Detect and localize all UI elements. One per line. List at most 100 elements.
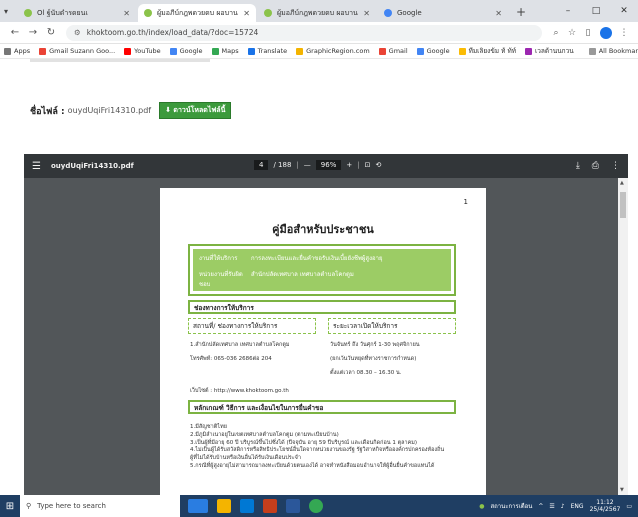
rotate-icon[interactable]: ⟲ bbox=[375, 161, 381, 169]
scroll-up-icon[interactable]: ▲ bbox=[620, 180, 624, 186]
tab-2-active[interactable]: ผู้มอภีบ์กฎพดวยดบ ผอบาน ✕ bbox=[138, 4, 256, 22]
youtube-icon bbox=[124, 47, 132, 55]
tab-label: Ol ฐ์นับดำรดยนเ bbox=[37, 8, 88, 17]
bookmark-label: Maps bbox=[221, 47, 239, 55]
zoom-icon[interactable]: ⌕ bbox=[548, 28, 564, 38]
new-tab-button[interactable]: + bbox=[510, 5, 532, 22]
clock[interactable]: 11:12 25/4/2567 bbox=[590, 499, 621, 513]
chrome-icon[interactable] bbox=[309, 499, 323, 513]
bookmark-label: Google bbox=[426, 47, 450, 55]
tab-3[interactable]: ผู้มอภีบ์กฎพดวยดบ ผอบาน ✕ bbox=[258, 4, 376, 22]
taskbar-apps bbox=[188, 499, 323, 513]
gmail-icon bbox=[378, 47, 386, 55]
tray-expand-icon[interactable]: ^ bbox=[538, 503, 543, 510]
reload-icon[interactable]: ↻ bbox=[42, 27, 60, 38]
folder-icon bbox=[588, 47, 596, 55]
windows-start-icon[interactable]: ⊞ bbox=[0, 501, 20, 512]
section-header-criteria: หลักเกณฑ์ วิธีการ และเงื่อนไขในการยื่นคำ… bbox=[188, 400, 456, 414]
hours-line: วันจันทร์ ถึง วันศุกร์ 1-30 พฤศจิกายน bbox=[330, 342, 420, 348]
tab-4[interactable]: Google ✕ bbox=[378, 4, 508, 22]
bookmark-maps[interactable]: Maps bbox=[211, 47, 239, 55]
bookmark-gmail-2[interactable]: Gmail bbox=[378, 47, 408, 55]
bookmark-gmail[interactable]: Gmail Suzann Goo... bbox=[39, 47, 115, 55]
google-icon bbox=[416, 47, 424, 55]
notification-app-icon[interactable]: ● bbox=[479, 503, 484, 510]
pdf-right-actions: ⤓ ⎙ ⋮ bbox=[576, 161, 620, 171]
bookmark-translate[interactable]: Translate bbox=[247, 47, 288, 55]
download-file-button[interactable]: ⬇ ดาวน์โหลดไฟล์นี้ bbox=[159, 102, 232, 119]
zoom-in-icon[interactable]: + bbox=[346, 161, 352, 169]
profile-avatar[interactable] bbox=[600, 26, 612, 39]
bookmark-google[interactable]: Google bbox=[169, 47, 203, 55]
tab-1[interactable]: Ol ฐ์นับดำรดยนเ ✕ bbox=[18, 4, 136, 22]
fit-page-icon[interactable]: ⊡ bbox=[365, 161, 371, 169]
tab-close-icon[interactable]: ✕ bbox=[239, 9, 250, 18]
notifications-icon[interactable]: ▭ bbox=[626, 503, 632, 510]
forward-icon[interactable]: → bbox=[24, 27, 42, 38]
maximize-button[interactable]: □ bbox=[582, 6, 610, 16]
hamburger-menu-icon[interactable]: ☰ bbox=[32, 161, 41, 172]
service-row: หน่วยงานที่รับผิดชอบ สำนักปลัดเทศบาล เทศบ… bbox=[199, 269, 445, 289]
word-icon[interactable] bbox=[286, 499, 300, 513]
section-title: ช่องทางการให้บริการ bbox=[194, 304, 254, 312]
criteria-list: 1.มีสัญชาติไทย 2.มีภูมิลำเนาอยู่ในเขตเทศ… bbox=[190, 424, 470, 471]
service-row: งานที่ให้บริการ การลงทะเบียนและยื่นคำขอรั… bbox=[199, 253, 445, 263]
volume-icon[interactable]: ♪ bbox=[561, 503, 565, 510]
close-button[interactable]: ✕ bbox=[610, 6, 638, 16]
more-options-icon[interactable]: ⋮ bbox=[611, 161, 620, 171]
sidepanel-icon[interactable]: ▯ bbox=[580, 28, 596, 38]
scrollbar-thumb[interactable] bbox=[620, 192, 626, 218]
bookmark-star-icon[interactable]: ☆ bbox=[564, 28, 580, 38]
store-icon[interactable] bbox=[240, 499, 254, 513]
download-icon[interactable]: ⤓ bbox=[576, 161, 580, 171]
scroll-down-icon[interactable]: ▼ bbox=[620, 487, 624, 493]
taskview-icon[interactable] bbox=[188, 499, 208, 513]
tab-close-icon[interactable]: ✕ bbox=[491, 9, 502, 18]
criteria-item: ผู้ที่ไม่ได้รับบ้านหรือเงินอื่นได้รับเงิ… bbox=[190, 455, 301, 462]
info-value: การลงทะเบียนและยื่นคำขอรับเงินเบี้ยยังชี… bbox=[251, 255, 383, 262]
bookmark-graphicregion[interactable]: GraphicRegion.com bbox=[296, 47, 370, 55]
pdf-page-controls: 4 / 188 | — 96% + | ⊡ ⟲ bbox=[254, 160, 381, 170]
favicon-icon bbox=[264, 9, 272, 17]
file-explorer-icon[interactable] bbox=[217, 499, 231, 513]
print-icon[interactable]: ⎙ bbox=[592, 161, 599, 171]
column-title: สถานที่/ ช่องทางการให้บริการ bbox=[193, 322, 278, 330]
back-icon[interactable]: ← bbox=[6, 27, 24, 38]
bookmark-thai-2[interactable]: เวลด้านนกวน bbox=[525, 46, 574, 56]
section-header-channels: ช่องทางการให้บริการ bbox=[188, 300, 456, 314]
powerpoint-icon[interactable] bbox=[263, 499, 277, 513]
network-icon[interactable]: ☰ bbox=[549, 503, 554, 510]
apps-grid-icon bbox=[4, 47, 11, 55]
google-favicon-icon bbox=[384, 9, 392, 17]
pdf-toolbar: ☰ ouydUqiFri14310.pdf 4 / 188 | — 96% + … bbox=[24, 154, 628, 178]
all-bookmarks[interactable]: All Bookmarks bbox=[583, 47, 638, 55]
site-info-icon[interactable]: ⚙ bbox=[74, 28, 81, 37]
tab-label: ผู้มอภีบ์กฎพดวยดบ ผอบาน bbox=[157, 8, 238, 17]
bookmark-google-2[interactable]: Google bbox=[416, 47, 450, 55]
search-icon: ⚲ bbox=[26, 502, 32, 510]
bookmark-apps[interactable]: Apps bbox=[4, 47, 30, 55]
tab-search-chevron-icon[interactable]: ▾ bbox=[4, 7, 18, 16]
system-tray: ● สถานะการเตือน ^ ☰ ♪ ENG 11:12 25/4/256… bbox=[479, 499, 638, 513]
menu-kebab-icon[interactable]: ⋮ bbox=[616, 28, 632, 38]
maps-icon bbox=[211, 47, 219, 55]
favicon-icon bbox=[144, 9, 152, 17]
tab-close-icon[interactable]: ✕ bbox=[359, 9, 370, 18]
bookmark-label: GraphicRegion.com bbox=[306, 47, 370, 55]
minimize-button[interactable]: – bbox=[554, 6, 582, 16]
bookmark-youtube[interactable]: YouTube bbox=[124, 47, 161, 55]
tab-close-icon[interactable]: ✕ bbox=[119, 9, 130, 18]
zoom-input[interactable]: 96% bbox=[315, 160, 342, 170]
address-bar-row: ← → ↻ ⚙ khoktoom.go.th/index/load_data/?… bbox=[0, 22, 638, 44]
language-indicator[interactable]: ENG bbox=[571, 503, 584, 510]
url-input[interactable]: ⚙ khoktoom.go.th/index/load_data/?doc=15… bbox=[66, 24, 542, 41]
taskbar-search-input[interactable]: ⚲ Type here to search bbox=[20, 495, 180, 517]
bookmark-thai-1[interactable]: ทีมเลิยงข้ม ท้ ท้ท์ bbox=[458, 46, 516, 56]
bookmark-site-icon bbox=[525, 47, 533, 55]
bookmark-label: Translate bbox=[257, 47, 288, 55]
page-number-input[interactable]: 4 bbox=[254, 160, 269, 170]
bookmark-label: Google bbox=[179, 47, 203, 55]
zoom-out-icon[interactable]: — bbox=[304, 161, 311, 169]
pdf-scrollbar[interactable]: ▲ ▼ bbox=[618, 178, 628, 495]
toolbar-divider: | bbox=[357, 161, 360, 169]
